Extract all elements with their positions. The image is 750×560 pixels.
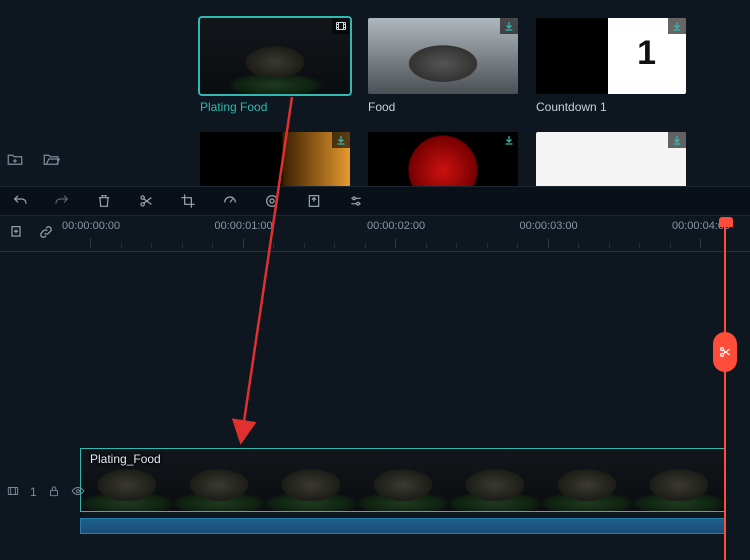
download-badge-icon[interactable] — [668, 18, 686, 34]
eye-icon[interactable] — [71, 484, 85, 501]
download-badge-icon[interactable] — [668, 132, 686, 148]
clip-name-label: Plating_Food — [90, 452, 161, 466]
export-icon[interactable] — [306, 193, 322, 209]
add-marker-icon[interactable] — [8, 224, 24, 243]
media-thumbnail[interactable] — [536, 18, 686, 94]
media-item-countdown1[interactable]: Countdown 1 — [536, 18, 686, 114]
new-folder-icon[interactable] — [6, 150, 24, 171]
track-controls: 1 — [0, 448, 80, 536]
clip-frame — [541, 449, 633, 511]
delete-icon[interactable] — [96, 193, 112, 209]
folder-tools — [6, 150, 60, 171]
clip-frame — [357, 449, 449, 511]
media-label: Plating Food — [200, 100, 350, 114]
media-item-food[interactable]: Food — [368, 18, 518, 114]
media-label: Countdown 1 — [536, 100, 686, 114]
media-library: Plating Food Food Countdown 1 — [200, 18, 750, 180]
track-number: 1 — [30, 485, 37, 499]
clip-frame — [633, 449, 725, 511]
download-badge-icon[interactable] — [500, 18, 518, 34]
video-badge-icon — [332, 18, 350, 34]
crop-icon[interactable] — [180, 193, 196, 209]
link-icon[interactable] — [38, 224, 54, 243]
video-clip[interactable] — [80, 448, 726, 512]
ruler-tick-label: 00:00:00:00 — [62, 220, 120, 232]
ruler-tick-label: 00:00:02:00 — [367, 220, 425, 232]
ruler-tick-label: 00:00:03:00 — [520, 220, 578, 232]
lock-icon[interactable] — [47, 484, 61, 501]
color-icon[interactable] — [264, 193, 280, 209]
media-label: Food — [368, 100, 518, 114]
clip-frame — [173, 449, 265, 511]
open-folder-icon[interactable] — [42, 150, 60, 171]
timeline-body[interactable] — [0, 252, 750, 560]
redo-icon[interactable] — [54, 193, 70, 209]
media-item-plating-food[interactable]: Plating Food — [200, 18, 350, 114]
media-thumbnail[interactable] — [200, 18, 350, 94]
timeline-ruler[interactable]: 00:00:00:00 00:00:01:00 00:00:02:00 00:00:0… — [0, 216, 750, 252]
speed-icon[interactable] — [222, 193, 238, 209]
split-button[interactable] — [713, 332, 737, 372]
playhead-handle-icon[interactable] — [719, 217, 733, 227]
clip-frame — [265, 449, 357, 511]
clip-frame — [449, 449, 541, 511]
time-ruler[interactable]: 00:00:00:0000:00:01:0000:00:02:0000:00:0… — [80, 216, 750, 252]
audio-clip[interactable] — [80, 518, 726, 534]
playhead[interactable] — [724, 218, 726, 560]
download-badge-icon[interactable] — [500, 132, 518, 148]
track-type-icon — [6, 484, 20, 501]
timeline-toolbar — [0, 186, 750, 216]
scissors-icon[interactable] — [138, 193, 154, 209]
adjust-icon[interactable] — [348, 193, 364, 209]
media-thumbnail[interactable] — [368, 18, 518, 94]
download-badge-icon[interactable] — [332, 132, 350, 148]
ruler-tick-label: 00:00:01:00 — [215, 220, 273, 232]
undo-icon[interactable] — [12, 193, 28, 209]
